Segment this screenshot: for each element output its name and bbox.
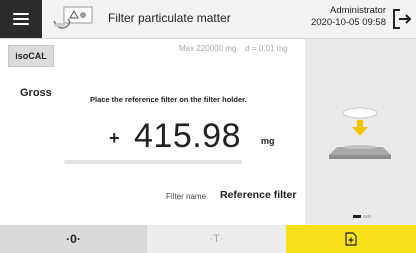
page-title: Filter particulate matter [108, 11, 231, 25]
max-capacity: Max 220000 mg [179, 44, 237, 53]
add-result-button[interactable] [286, 225, 416, 253]
filter-name-label: Filter name [166, 192, 207, 201]
page-dot-active [353, 215, 361, 218]
capacity-info: Max 220000 mg d = 0.01 mg [179, 44, 288, 53]
user-name: Administrator [330, 5, 386, 16]
top-bar: Filter particulate matter Administrator … [0, 0, 416, 39]
menu-button[interactable] [0, 0, 42, 38]
weight-value: 415.98 [134, 117, 241, 155]
datetime: 2020-10-05 09:58 [310, 17, 386, 28]
tare-button[interactable]: ·T· [147, 225, 286, 253]
stability-bar [64, 160, 242, 164]
page-indicator [353, 215, 371, 218]
weight-mode-label: Gross [20, 87, 52, 99]
weight-unit: mg [261, 136, 275, 146]
isocal-tab[interactable]: isoCAL [8, 45, 54, 67]
illustration-panel [305, 39, 416, 225]
user-info: Administrator 2020-10-05 09:58 [311, 5, 386, 29]
page-dot [363, 215, 371, 218]
place-filter-on-holder-icon [329, 107, 391, 159]
filter-name-value[interactable]: Reference filter [220, 189, 296, 201]
add-document-icon [345, 232, 357, 246]
weight-sign: + [109, 128, 120, 148]
zero-button[interactable]: ·0· [0, 225, 147, 253]
readability: d = 0.01 mg [245, 44, 288, 53]
balance-filter-icon [53, 6, 93, 29]
logout-icon[interactable] [390, 6, 414, 32]
hamburger-icon [13, 13, 29, 25]
bottom-bar: ·0· ·T· [0, 225, 416, 253]
instruction-text: Place the reference filter on the filter… [90, 95, 247, 104]
